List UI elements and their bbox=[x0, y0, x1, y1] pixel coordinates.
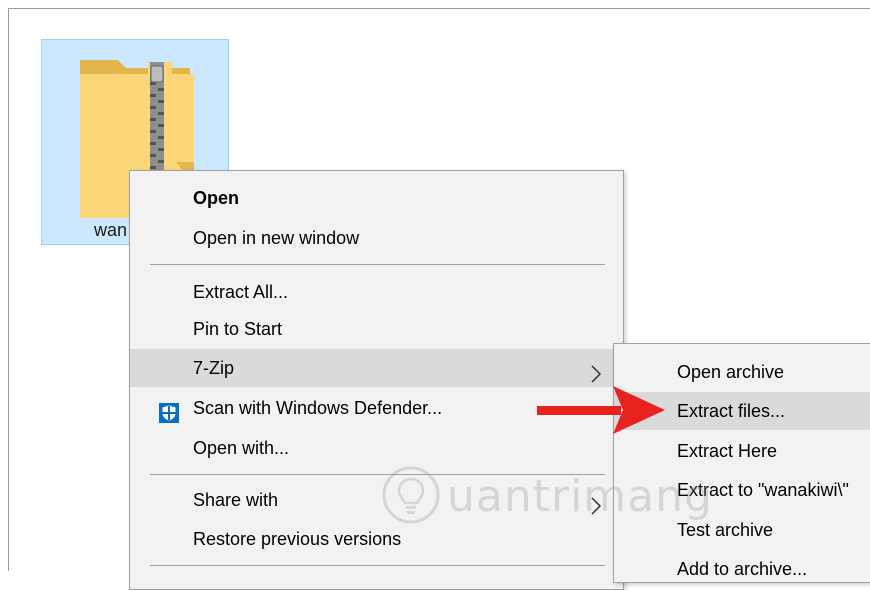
menu-item-pin-to-start[interactable]: Pin to Start bbox=[130, 310, 623, 348]
window-frame-left bbox=[8, 8, 9, 571]
menu-item-label: Extract All... bbox=[193, 282, 289, 302]
file-name-label: wan bbox=[94, 220, 128, 240]
window-frame-top bbox=[8, 8, 870, 9]
menu-item-label: Restore previous versions bbox=[193, 529, 402, 549]
watermark: uantrimang bbox=[381, 465, 712, 530]
menu-separator bbox=[150, 565, 605, 566]
7zip-submenu: Open archive Extract files... Extract He… bbox=[613, 343, 870, 583]
lightbulb-icon bbox=[381, 466, 441, 529]
submenu-item-label: Open archive bbox=[677, 362, 785, 382]
context-menu: Open Open in new window Extract All... P… bbox=[129, 170, 624, 590]
menu-item-extract-all[interactable]: Extract All... bbox=[130, 273, 623, 311]
menu-item-label: Open in new window bbox=[193, 228, 360, 248]
submenu-item-label: Add to archive... bbox=[677, 559, 808, 579]
menu-item-label: 7-Zip bbox=[193, 358, 235, 378]
submenu-item-label: Extract files... bbox=[677, 401, 786, 421]
submenu-item-label: Extract Here bbox=[677, 441, 778, 461]
menu-item-label: Scan with Windows Defender... bbox=[193, 398, 443, 418]
watermark-text: uantrimang bbox=[447, 471, 713, 522]
menu-separator bbox=[150, 264, 605, 265]
red-arrow-icon bbox=[537, 382, 667, 443]
menu-item-label: Pin to Start bbox=[193, 319, 283, 339]
menu-item-label: Share with bbox=[193, 490, 279, 510]
menu-item-restore-previous-versions[interactable]: Restore previous versions bbox=[130, 520, 623, 558]
menu-item-open-in-new-window[interactable]: Open in new window bbox=[130, 219, 623, 257]
menu-item-label: Open with... bbox=[193, 438, 290, 458]
submenu-item-add-to-archive[interactable]: Add to archive... bbox=[614, 550, 870, 588]
menu-item-open[interactable]: Open bbox=[130, 179, 623, 217]
menu-item-label: Open bbox=[193, 188, 240, 208]
